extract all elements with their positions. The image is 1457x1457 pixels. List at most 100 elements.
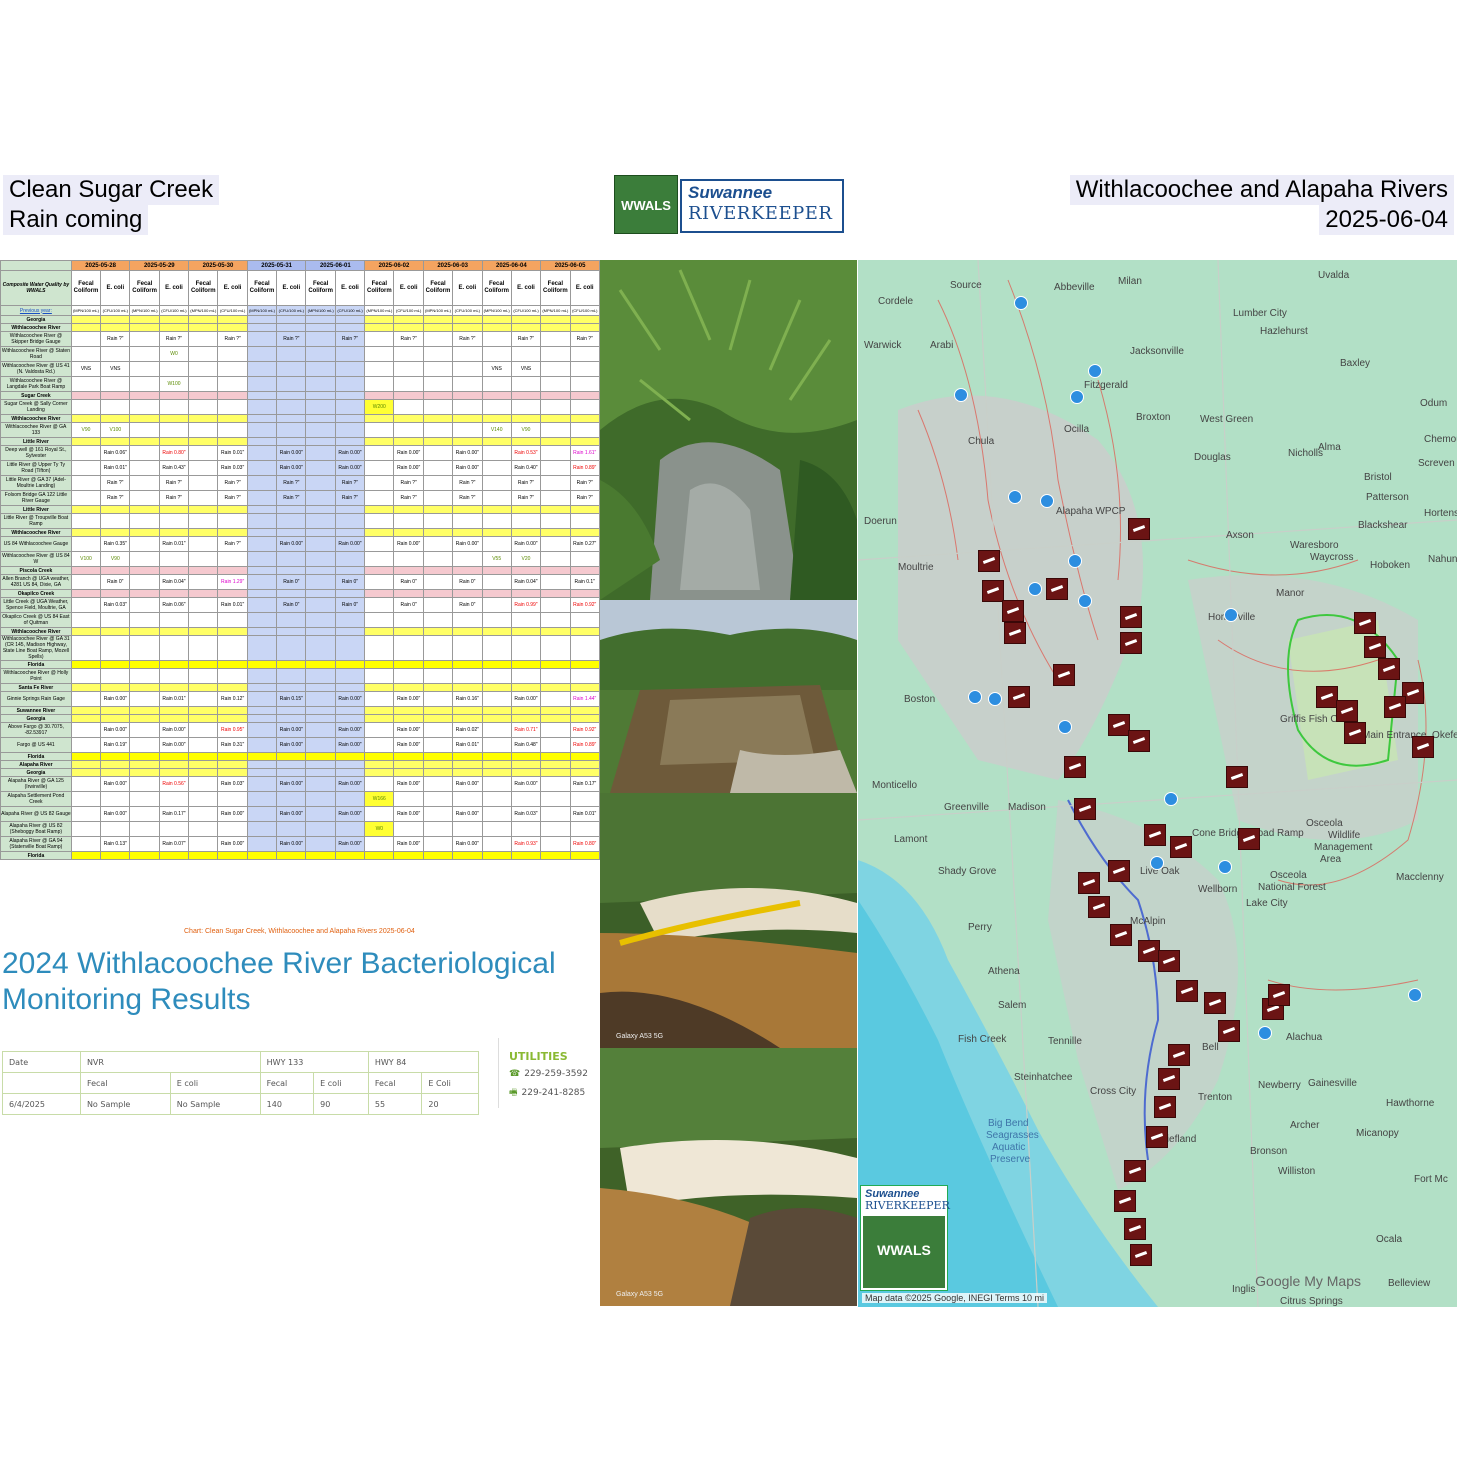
boat-ramp-marker-icon[interactable] xyxy=(1120,632,1142,654)
map-place-label[interactable]: Doerun xyxy=(864,516,897,527)
boat-ramp-marker-icon[interactable] xyxy=(1128,518,1150,540)
boat-ramp-marker-icon[interactable] xyxy=(1344,722,1366,744)
boat-ramp-marker-icon[interactable] xyxy=(1364,636,1386,658)
map-place-label[interactable]: Warwick xyxy=(864,340,901,351)
map-place-label[interactable]: Belleview xyxy=(1388,1278,1430,1289)
water-sample-pin-icon[interactable] xyxy=(1040,494,1054,508)
map-place-label[interactable]: Wildlife xyxy=(1328,830,1360,841)
boat-ramp-marker-icon[interactable] xyxy=(1128,730,1150,752)
map-place-label[interactable]: Micanopy xyxy=(1356,1128,1399,1139)
water-sample-pin-icon[interactable] xyxy=(968,690,982,704)
map-place-label[interactable]: Macclenny xyxy=(1396,872,1444,883)
water-sample-pin-icon[interactable] xyxy=(1150,856,1164,870)
water-sample-pin-icon[interactable] xyxy=(1058,720,1072,734)
map-place-label[interactable]: Waycross xyxy=(1310,552,1354,563)
boat-ramp-marker-icon[interactable] xyxy=(1002,600,1024,622)
boat-ramp-marker-icon[interactable] xyxy=(1378,658,1400,680)
map-place-label[interactable]: West Green xyxy=(1200,414,1253,425)
boat-ramp-marker-icon[interactable] xyxy=(1316,686,1338,708)
boat-ramp-marker-icon[interactable] xyxy=(1074,798,1096,820)
map-place-label[interactable]: Hazlehurst xyxy=(1260,326,1308,337)
boat-ramp-marker-icon[interactable] xyxy=(1120,606,1142,628)
map-place-label[interactable]: Broxton xyxy=(1136,412,1170,423)
boat-ramp-marker-icon[interactable] xyxy=(1158,1068,1180,1090)
boat-ramp-marker-icon[interactable] xyxy=(1384,696,1406,718)
boat-ramp-marker-icon[interactable] xyxy=(1144,824,1166,846)
map-place-label[interactable]: National Forest xyxy=(1258,882,1326,893)
boat-ramp-marker-icon[interactable] xyxy=(1053,664,1075,686)
map-place-label[interactable]: Lake City xyxy=(1246,898,1288,909)
map-place-label[interactable]: Jacksonville xyxy=(1130,346,1184,357)
boat-ramp-marker-icon[interactable] xyxy=(1124,1218,1146,1240)
map-place-label[interactable]: Bell xyxy=(1202,1042,1219,1053)
map-place-label[interactable]: Osceola xyxy=(1306,818,1343,829)
boat-ramp-marker-icon[interactable] xyxy=(1124,1160,1146,1182)
map-place-label[interactable]: Alachua xyxy=(1286,1032,1322,1043)
water-sample-pin-icon[interactable] xyxy=(954,388,968,402)
boat-ramp-marker-icon[interactable] xyxy=(1146,1126,1168,1148)
boat-ramp-marker-icon[interactable] xyxy=(1138,940,1160,962)
water-sample-pin-icon[interactable] xyxy=(1164,792,1178,806)
map-place-label[interactable]: Chemours xyxy=(1424,434,1457,445)
map-place-label[interactable]: Milan xyxy=(1118,276,1142,287)
water-sample-pin-icon[interactable] xyxy=(1008,490,1022,504)
water-sample-pin-icon[interactable] xyxy=(1070,390,1084,404)
boat-ramp-marker-icon[interactable] xyxy=(1114,1190,1136,1212)
map-place-label[interactable]: Moultrie xyxy=(898,562,934,573)
map-place-label[interactable]: Boston xyxy=(904,694,935,705)
map-place-label[interactable]: Manor xyxy=(1276,588,1304,599)
map-place-label[interactable]: Abbeville xyxy=(1054,282,1095,293)
boat-ramp-marker-icon[interactable] xyxy=(1176,980,1198,1002)
water-sample-pin-icon[interactable] xyxy=(1014,296,1028,310)
map-place-label[interactable]: Area xyxy=(1320,854,1341,865)
water-sample-pin-icon[interactable] xyxy=(1088,364,1102,378)
water-sample-pin-icon[interactable] xyxy=(988,692,1002,706)
map-place-label[interactable]: Fish Creek xyxy=(958,1034,1006,1045)
boat-ramp-marker-icon[interactable] xyxy=(1336,700,1358,722)
boat-ramp-marker-icon[interactable] xyxy=(1004,622,1026,644)
utilities-phone[interactable]: ☎ 229-259-3592 xyxy=(509,1069,609,1079)
map-place-label[interactable]: Athena xyxy=(988,966,1020,977)
map-place-label[interactable]: Williston xyxy=(1278,1166,1315,1177)
water-sample-pin-icon[interactable] xyxy=(1224,608,1238,622)
map-place-label[interactable]: Management xyxy=(1314,842,1372,853)
map-place-label[interactable]: Salem xyxy=(998,1000,1026,1011)
map-place-label[interactable]: Wellborn xyxy=(1198,884,1237,895)
water-sample-pin-icon[interactable] xyxy=(1408,988,1422,1002)
map-place-label[interactable]: Citrus Springs xyxy=(1280,1296,1343,1307)
water-sample-pin-icon[interactable] xyxy=(1258,1026,1272,1040)
map-place-label[interactable]: Fort Mc xyxy=(1414,1174,1448,1185)
map-attribution[interactable]: Map data ©2025 Google, INEGI Terms 10 mi xyxy=(862,1293,1048,1303)
water-sample-pin-icon[interactable] xyxy=(1218,860,1232,874)
boat-ramp-marker-icon[interactable] xyxy=(1046,578,1068,600)
map-place-label[interactable]: Steinhatchee xyxy=(1014,1072,1072,1083)
map-place-label[interactable]: Ocilla xyxy=(1064,424,1089,435)
boat-ramp-marker-icon[interactable] xyxy=(1108,714,1130,736)
boat-ramp-marker-icon[interactable] xyxy=(982,580,1004,602)
water-sample-pin-icon[interactable] xyxy=(1068,554,1082,568)
map-place-label[interactable]: Greenville xyxy=(944,802,989,813)
boat-ramp-marker-icon[interactable] xyxy=(1268,984,1290,1006)
map-place-label[interactable]: Osceola xyxy=(1270,870,1307,881)
map-place-label[interactable]: Chula xyxy=(968,436,994,447)
map-place-label[interactable]: McAlpin xyxy=(1130,916,1166,927)
map-place-label[interactable]: Arabi xyxy=(930,340,953,351)
map-place-label[interactable]: Hoboken xyxy=(1370,560,1410,571)
map-place-label[interactable]: Perry xyxy=(968,922,992,933)
map-place-label[interactable]: Patterson xyxy=(1366,492,1409,503)
boat-ramp-marker-icon[interactable] xyxy=(1110,924,1132,946)
boat-ramp-marker-icon[interactable] xyxy=(1158,950,1180,972)
boat-ramp-marker-icon[interactable] xyxy=(1238,828,1260,850)
water-sample-pin-icon[interactable] xyxy=(1078,594,1092,608)
boat-ramp-marker-icon[interactable] xyxy=(1226,766,1248,788)
boat-ramp-marker-icon[interactable] xyxy=(1088,896,1110,918)
boat-ramp-marker-icon[interactable] xyxy=(1218,1020,1240,1042)
map-place-label[interactable]: Screven xyxy=(1418,458,1455,469)
map-place-label[interactable]: Ocala xyxy=(1376,1234,1402,1245)
map-place-label[interactable]: Newberry xyxy=(1258,1080,1301,1091)
map-place-label[interactable]: Bristol xyxy=(1364,472,1392,483)
map-place-label[interactable]: Nahunta xyxy=(1428,554,1457,565)
boat-ramp-marker-icon[interactable] xyxy=(1064,756,1086,778)
map-place-label[interactable]: Lamont xyxy=(894,834,927,845)
map-place-label[interactable]: Fitzgerald xyxy=(1084,380,1128,391)
